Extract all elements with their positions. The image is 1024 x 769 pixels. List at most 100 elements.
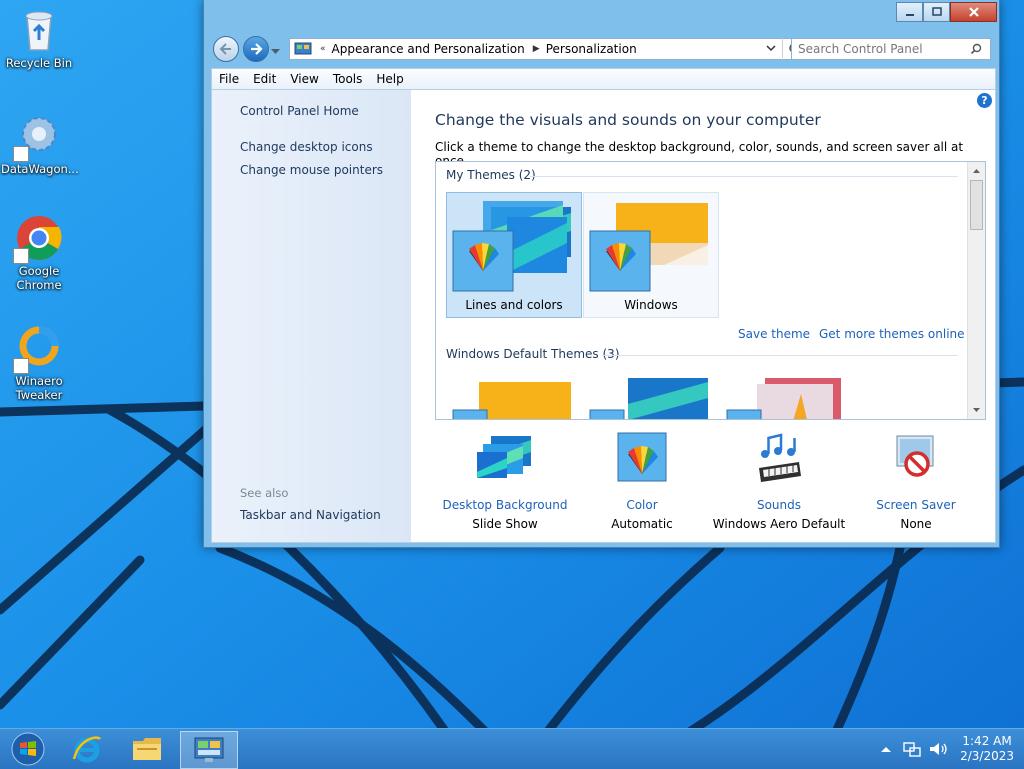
datawagon-icon <box>13 112 63 162</box>
default-themes-header: Windows Default Themes (3) <box>446 347 620 361</box>
theme-preview <box>589 378 708 419</box>
shortcut-arrow-icon <box>13 248 29 264</box>
desktop-icon-recycle-bin[interactable]: Recycle Bin <box>1 6 77 70</box>
breadcrumb-overflow-icon[interactable]: « <box>320 44 326 54</box>
control-panel-icon <box>294 42 312 55</box>
address-bar[interactable]: « Appearance and Personalization ▶ Perso… <box>289 38 806 60</box>
forward-button[interactable] <box>243 36 269 62</box>
taskbar-control-panel[interactable] <box>180 731 238 769</box>
clock-date: 2/3/2023 <box>960 749 1014 763</box>
chevron-down-icon <box>271 49 280 54</box>
control-panel-home-link[interactable]: Control Panel Home <box>240 104 359 118</box>
arrow-left-icon <box>219 43 231 55</box>
volume-icon[interactable] <box>928 740 948 758</box>
minimize-button[interactable] <box>896 2 923 22</box>
sounds-icon <box>759 433 801 482</box>
menu-tools[interactable]: Tools <box>326 72 370 86</box>
sounds-value: Windows Aero Default <box>712 517 846 531</box>
window-content: Control Panel Home Change desktop icons … <box>211 89 996 543</box>
recycle-bin-icon <box>15 6 63 54</box>
color-item[interactable]: Color Automatic <box>572 432 712 531</box>
search-box[interactable] <box>791 38 991 60</box>
default-theme-tile[interactable] <box>583 367 719 419</box>
back-button[interactable] <box>213 36 239 62</box>
chrome-icon <box>13 214 63 264</box>
sounds-link[interactable]: Sounds <box>709 498 849 512</box>
scroll-thumb[interactable] <box>970 180 983 230</box>
maximize-button[interactable] <box>923 2 950 22</box>
color-link[interactable]: Color <box>572 498 712 512</box>
screen-saver-item[interactable]: Screen Saver None <box>846 432 986 531</box>
taskbar-file-explorer[interactable] <box>119 731 175 767</box>
network-icon[interactable] <box>902 740 922 758</box>
taskbar-internet-explorer[interactable] <box>59 731 115 767</box>
desktop-icon-label: Recycle Bin <box>5 56 73 70</box>
menu-help[interactable]: Help <box>369 72 410 86</box>
theme-preview-windows <box>589 203 708 292</box>
change-desktop-icons-link[interactable]: Change desktop icons <box>240 140 373 154</box>
breadcrumb-separator-icon[interactable]: ▶ <box>533 44 540 54</box>
folder-icon <box>133 738 161 760</box>
scroll-down-icon[interactable] <box>968 404 985 416</box>
screen-saver-link[interactable]: Screen Saver <box>846 498 986 512</box>
menu-view[interactable]: View <box>283 72 325 86</box>
taskbar-navigation-link[interactable]: Taskbar and Navigation <box>240 508 381 522</box>
search-input[interactable] <box>796 41 970 57</box>
help-icon[interactable]: ? <box>977 93 992 108</box>
control-panel-icon <box>194 737 224 762</box>
get-more-themes-link[interactable]: Get more themes online <box>819 327 965 341</box>
shortcut-arrow-icon <box>13 358 29 374</box>
show-hidden-icons-icon[interactable] <box>880 744 892 754</box>
maximize-icon <box>931 7 942 16</box>
theme-tile-lines-and-colors[interactable]: Lines and colors <box>446 192 582 318</box>
breadcrumb-appearance[interactable]: Appearance and Personalization <box>332 42 525 56</box>
desktop-icon-label: Google Chrome <box>16 264 62 292</box>
desktop-background-item[interactable]: Desktop Background Slide Show <box>435 432 575 531</box>
group-divider <box>602 355 958 356</box>
internet-explorer-icon <box>72 736 101 763</box>
desktop-icon-winaero-tweaker[interactable]: Winaero Tweaker <box>1 324 77 402</box>
theme-preview <box>726 378 841 419</box>
sounds-item[interactable]: Sounds Windows Aero Default <box>709 432 849 531</box>
change-mouse-pointers-link[interactable]: Change mouse pointers <box>240 163 383 177</box>
search-icon[interactable] <box>970 43 982 55</box>
theme-preview-lines-and-colors <box>452 201 571 292</box>
screen-saver-icon <box>896 435 934 477</box>
clock-time: 1:42 AM <box>962 734 1012 748</box>
desktop-background-link[interactable]: Desktop Background <box>435 498 575 512</box>
see-also-header: See also <box>240 486 289 500</box>
color-value: Automatic <box>611 517 673 531</box>
theme-preview <box>452 382 571 419</box>
windows-logo-icon <box>11 732 45 766</box>
theme-list-scrollbar[interactable] <box>967 162 985 419</box>
navigation-bar: « Appearance and Personalization ▶ Perso… <box>212 34 991 62</box>
group-divider <box>530 176 958 177</box>
arrow-right-icon <box>251 43 263 55</box>
desktop-icon-google-chrome[interactable]: Google Chrome <box>1 214 77 292</box>
menu-file[interactable]: File <box>212 72 246 86</box>
recent-pages-dropdown[interactable] <box>271 44 280 58</box>
chevron-down-icon <box>766 44 776 51</box>
winaero-tweaker-icon <box>13 324 63 374</box>
shortcut-arrow-icon <box>13 146 29 162</box>
close-button[interactable] <box>950 2 997 22</box>
personalization-window: « Appearance and Personalization ▶ Perso… <box>203 0 1000 548</box>
theme-tile-windows[interactable]: Windows <box>583 192 719 318</box>
default-theme-tile[interactable] <box>720 367 856 419</box>
my-themes-header: My Themes (2) <box>446 168 536 182</box>
scroll-up-icon[interactable] <box>968 165 985 177</box>
breadcrumb-personalization[interactable]: Personalization <box>546 42 637 56</box>
desktop-icon-datawagon[interactable]: DataWagon... <box>1 112 79 176</box>
desktop-background-value: Slide Show <box>472 517 538 531</box>
window-controls <box>896 2 997 22</box>
clock[interactable]: 1:42 AM 2/3/2023 <box>960 734 1014 764</box>
default-theme-tile[interactable] <box>446 367 582 419</box>
theme-name: Lines and colors <box>465 298 563 312</box>
save-theme-link[interactable]: Save theme <box>738 327 810 341</box>
desktop-icon-label: DataWagon... <box>1 162 79 176</box>
desktop-background-icon <box>477 436 531 478</box>
start-button[interactable] <box>0 731 56 767</box>
menu-edit[interactable]: Edit <box>246 72 283 86</box>
minimize-icon <box>905 14 914 16</box>
address-dropdown-button[interactable] <box>764 41 778 55</box>
